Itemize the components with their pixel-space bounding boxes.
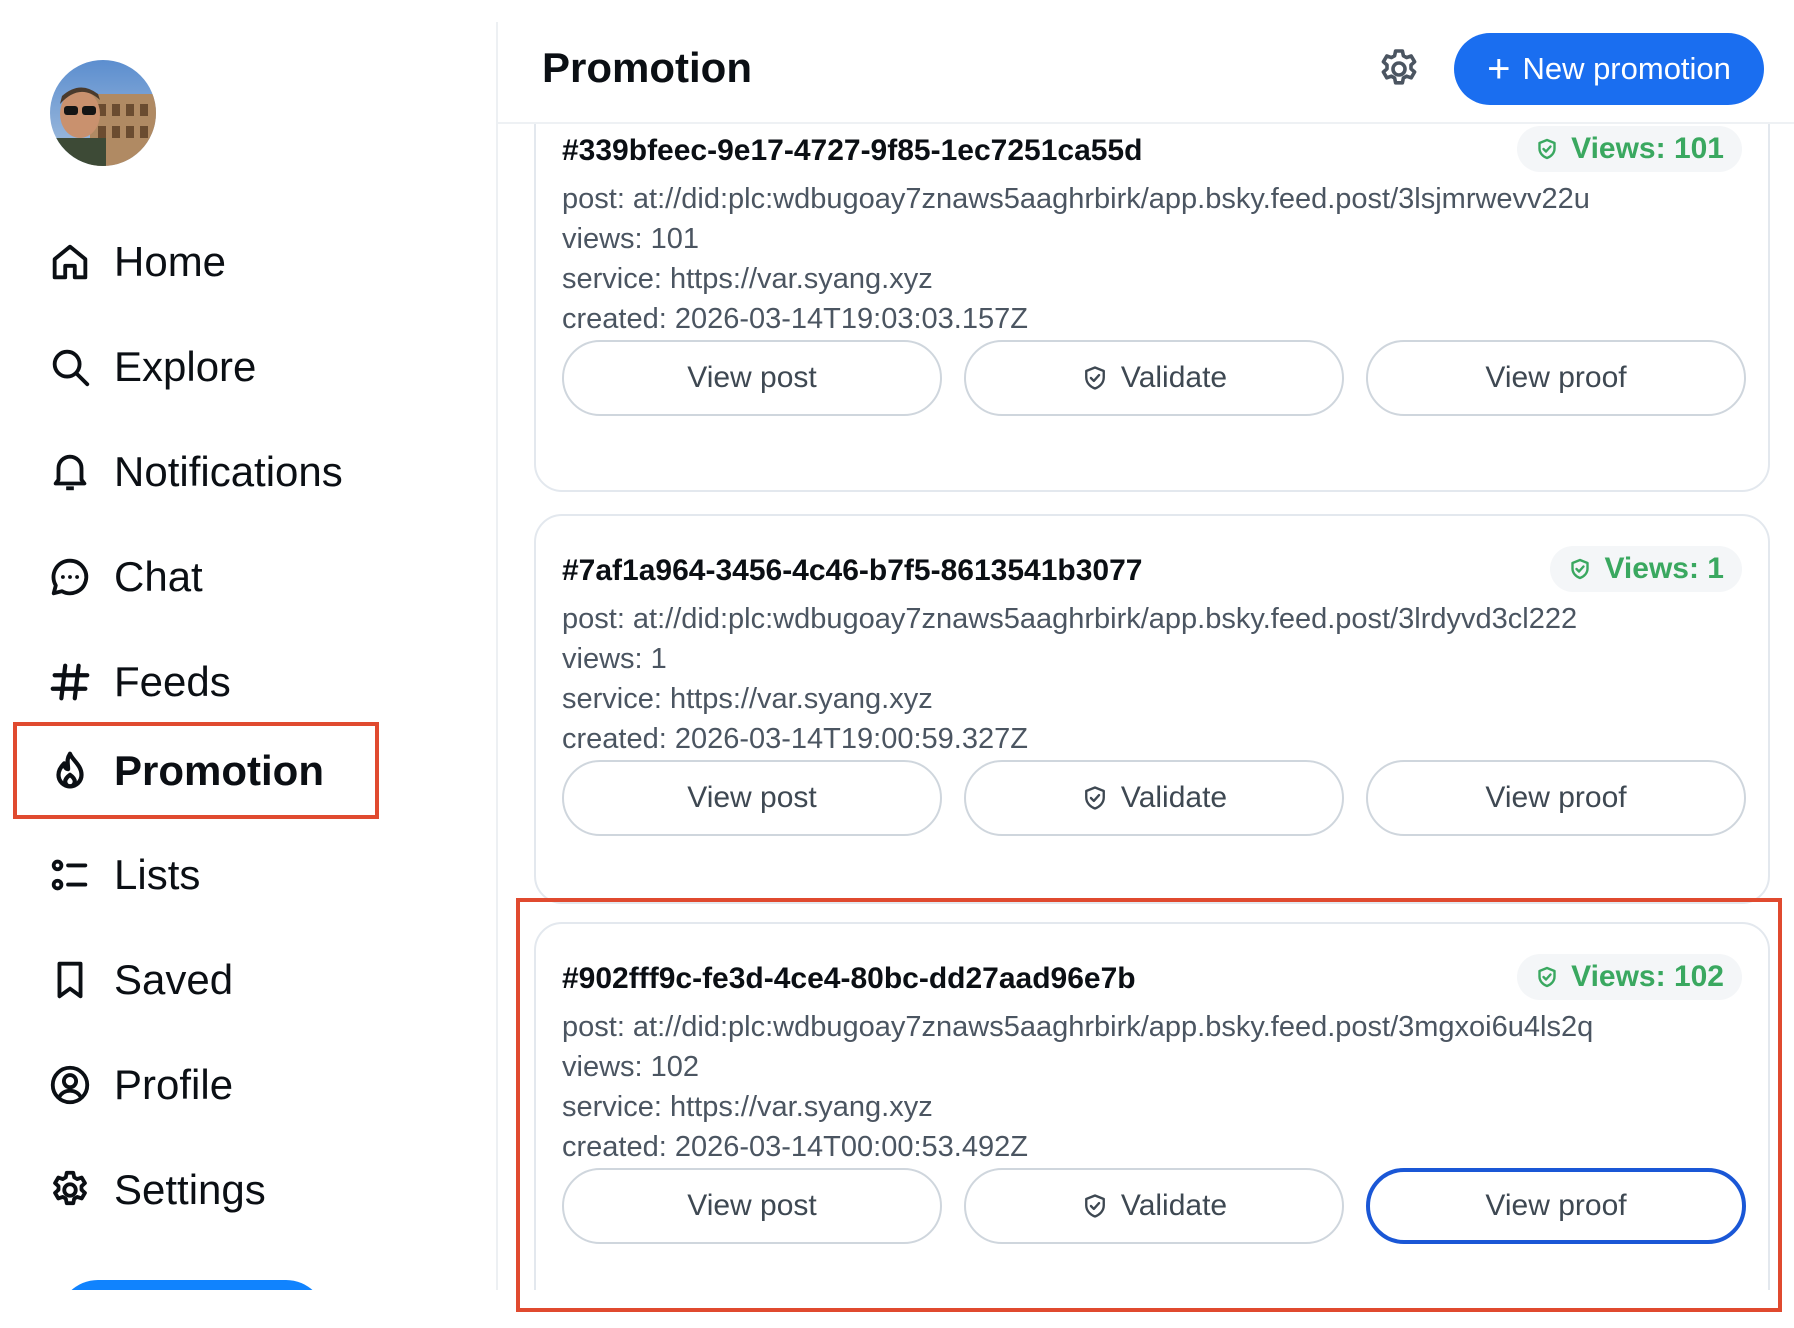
nav-label: Notifications bbox=[114, 448, 343, 495]
nav-chat[interactable]: Chat bbox=[46, 537, 203, 617]
service-url: service: https://var.syang.xyz bbox=[562, 683, 933, 715]
nav-saved[interactable]: Saved bbox=[46, 940, 233, 1020]
views-count: views: 1 bbox=[562, 643, 667, 675]
views-badge: Views: 101 bbox=[1517, 126, 1742, 172]
views-badge-label: Views: 1 bbox=[1604, 552, 1724, 585]
nav-label: Saved bbox=[114, 956, 234, 1003]
views-badge: Views: 1 bbox=[1550, 546, 1742, 592]
view-post-label: View post bbox=[687, 361, 817, 394]
view-proof-button[interactable]: View proof bbox=[1366, 1168, 1746, 1244]
service-url: service: https://var.syang.xyz bbox=[562, 1091, 933, 1123]
bell-icon bbox=[46, 448, 94, 496]
plus-icon: + bbox=[1487, 47, 1511, 91]
views-count: views: 102 bbox=[562, 1051, 700, 1083]
validate-label: Validate bbox=[1120, 361, 1228, 394]
post-uri: post: at://did:plc:wdbugoay7znaws5aaghrb… bbox=[562, 1011, 1594, 1043]
highlight-box bbox=[13, 722, 379, 819]
nav-label: Feeds bbox=[114, 658, 231, 705]
nav-label: Profile bbox=[114, 1061, 234, 1108]
service-url: service: https://var.syang.xyz bbox=[562, 263, 933, 295]
view-post-button[interactable]: View post bbox=[562, 340, 942, 416]
promotion-list[interactable]: #339bfeec-9e17-4727-9f85-1ec7251ca55d Vi… bbox=[498, 124, 1794, 1290]
promotion-id: #339bfeec-9e17-4727-9f85-1ec7251ca55d bbox=[562, 134, 1143, 167]
list-icon bbox=[46, 851, 94, 899]
nav-notifications[interactable]: Notifications bbox=[46, 432, 343, 512]
promotion-id: #902fff9c-fe3d-4ce4-80bc-dd27aad96e7b bbox=[562, 962, 1136, 995]
promotion-card: #7af1a964-3456-4c46-b7f5-8613541b3077 Vi… bbox=[534, 514, 1770, 904]
nav-profile[interactable]: Profile bbox=[46, 1045, 233, 1125]
page-title: Promotion bbox=[542, 44, 752, 91]
views-badge: Views: 102 bbox=[1517, 954, 1742, 1000]
nav-settings[interactable]: Settings bbox=[46, 1150, 266, 1230]
view-post-label: View post bbox=[687, 781, 817, 814]
created-at: created: 2026-03-14T19:03:03.157Z bbox=[562, 303, 1028, 335]
shield-check-icon bbox=[1538, 138, 1556, 160]
home-icon bbox=[46, 238, 94, 286]
settings-button[interactable] bbox=[1374, 44, 1424, 94]
user-circle-icon bbox=[46, 1061, 94, 1109]
view-proof-label: View proof bbox=[1485, 1189, 1627, 1222]
view-proof-button[interactable]: View proof bbox=[1366, 760, 1746, 836]
gear-icon bbox=[1381, 49, 1417, 85]
shield-check-icon bbox=[1084, 1194, 1105, 1218]
gear-icon bbox=[46, 1166, 94, 1214]
promotion-id: #7af1a964-3456-4c46-b7f5-8613541b3077 bbox=[562, 554, 1143, 587]
promotion-card: #902fff9c-fe3d-4ce4-80bc-dd27aad96e7b Vi… bbox=[534, 922, 1770, 1290]
shield-check-icon bbox=[1084, 366, 1105, 390]
nav-home[interactable]: Home bbox=[46, 222, 226, 302]
views-count: views: 101 bbox=[562, 223, 700, 255]
view-post-label: View post bbox=[687, 1189, 817, 1222]
nav-label: Home bbox=[114, 238, 227, 285]
validate-label: Validate bbox=[1120, 1189, 1228, 1222]
post-uri: post: at://did:plc:wdbugoay7znaws5aaghrb… bbox=[562, 183, 1590, 215]
nav-label: Settings bbox=[114, 1166, 266, 1213]
hashtag-icon bbox=[46, 658, 94, 706]
search-icon bbox=[46, 343, 94, 391]
validate-button[interactable]: Validate bbox=[964, 1168, 1344, 1244]
view-post-button[interactable]: View post bbox=[562, 1168, 942, 1244]
nav-feeds[interactable]: Feeds bbox=[46, 642, 231, 722]
nav-label: Explore bbox=[114, 343, 257, 390]
created-at: created: 2026-03-14T19:00:59.327Z bbox=[562, 723, 1028, 755]
validate-label: Validate bbox=[1120, 781, 1228, 814]
views-badge-label: Views: 102 bbox=[1571, 960, 1724, 993]
shield-check-icon bbox=[1538, 966, 1556, 988]
new-promotion-label: New promotion bbox=[1522, 51, 1731, 86]
view-proof-label: View proof bbox=[1485, 361, 1627, 394]
validate-button[interactable]: Validate bbox=[964, 760, 1344, 836]
new-post-button[interactable] bbox=[58, 1280, 326, 1290]
page-header: Promotion + New promotion bbox=[498, 0, 1794, 124]
view-proof-label: View proof bbox=[1485, 781, 1627, 814]
nav-explore[interactable]: Explore bbox=[46, 327, 256, 407]
nav-label: Lists bbox=[114, 851, 201, 898]
avatar[interactable] bbox=[50, 60, 156, 166]
chat-bubble-icon bbox=[46, 553, 94, 601]
shield-check-icon bbox=[1084, 786, 1105, 810]
view-proof-button[interactable]: View proof bbox=[1366, 340, 1746, 416]
new-promotion-button[interactable]: + New promotion bbox=[1454, 33, 1764, 105]
views-badge-label: Views: 101 bbox=[1571, 132, 1724, 165]
shield-check-icon bbox=[1571, 558, 1590, 580]
validate-button[interactable]: Validate bbox=[964, 340, 1344, 416]
sidebar: Home Explore Notifications Chat Feeds Pr… bbox=[0, 0, 496, 1290]
bookmark-icon bbox=[46, 956, 94, 1004]
nav-lists[interactable]: Lists bbox=[46, 835, 200, 915]
view-post-button[interactable]: View post bbox=[562, 760, 942, 836]
post-uri: post: at://did:plc:wdbugoay7znaws5aaghrb… bbox=[562, 603, 1578, 635]
nav-label: Chat bbox=[114, 553, 203, 600]
promotion-card: #339bfeec-9e17-4727-9f85-1ec7251ca55d Vi… bbox=[534, 124, 1770, 492]
created-at: created: 2026-03-14T00:00:53.492Z bbox=[562, 1131, 1028, 1163]
